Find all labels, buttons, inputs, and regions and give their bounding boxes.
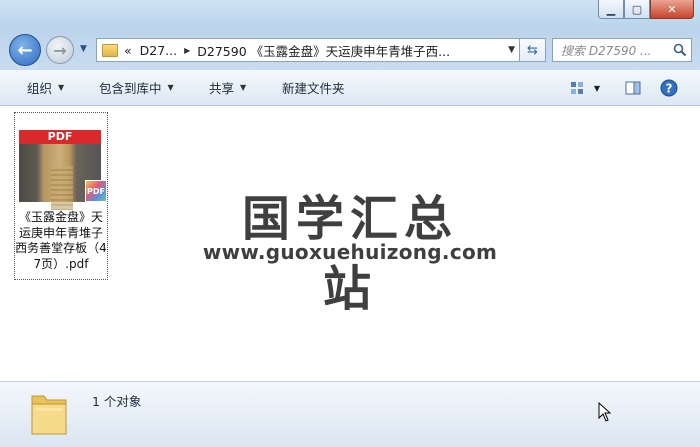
share-label: 共享 bbox=[209, 81, 235, 96]
search-placeholder: 搜索 D27590 ... bbox=[561, 43, 652, 58]
change-view-button[interactable]: ▼ bbox=[567, 78, 603, 98]
chevron-down-icon: ▼ bbox=[240, 83, 247, 92]
minimize-icon: ▁ bbox=[606, 2, 616, 16]
folder-icon bbox=[31, 395, 67, 435]
mouse-cursor-icon bbox=[598, 402, 612, 422]
chevron-down-icon: ▼ bbox=[80, 44, 87, 54]
organize-menu[interactable]: 组织 ▼ bbox=[27, 78, 64, 97]
recent-pages-dropdown[interactable]: ▼ bbox=[80, 44, 92, 56]
back-button[interactable]: ← bbox=[9, 34, 41, 66]
help-button[interactable]: ? bbox=[659, 78, 679, 98]
search-icon[interactable] bbox=[673, 43, 687, 57]
breadcrumb-overflow[interactable]: « bbox=[124, 43, 132, 58]
include-library-label: 包含到库中 bbox=[99, 81, 162, 96]
navigation-bar: ← → ▼ « D27... ▶ D27590 《玉露金盘》天运庚申年青堆子西.… bbox=[0, 30, 700, 70]
search-input[interactable]: 搜索 D27590 ... bbox=[552, 38, 692, 62]
pdf-thumbnail: PDF PDF bbox=[19, 130, 107, 210]
window-controls: ▁ ▢ ✕ bbox=[598, 0, 694, 19]
chevron-down-icon: ▼ bbox=[593, 83, 601, 93]
forward-arrow-icon: → bbox=[53, 40, 67, 60]
file-list-area[interactable]: PDF PDF 《玉露金盘》天运庚申年青堆子西务善堂存板（47页）.pdf 国学… bbox=[0, 107, 700, 381]
back-arrow-icon: ← bbox=[17, 39, 33, 61]
new-folder-button[interactable]: 新建文件夹 bbox=[282, 78, 345, 97]
file-name: 《玉露金盘》天运庚申年青堆子西务善堂存板（47页）.pdf bbox=[15, 210, 107, 271]
minimize-button[interactable]: ▁ bbox=[598, 0, 624, 19]
preview-pane-button[interactable] bbox=[623, 78, 643, 98]
svg-text:?: ? bbox=[666, 82, 673, 96]
details-pane: 1 个对象 bbox=[0, 381, 700, 447]
chevron-down-icon: ▼ bbox=[167, 83, 174, 92]
address-dropdown-icon[interactable]: ▼ bbox=[508, 45, 515, 55]
close-icon: ✕ bbox=[667, 2, 677, 16]
file-item-pdf[interactable]: PDF PDF 《玉露金盘》天运庚申年青堆子西务善堂存板（47页）.pdf bbox=[14, 112, 108, 280]
folder-icon bbox=[102, 43, 118, 57]
preview-pane-icon bbox=[625, 81, 641, 95]
address-bar[interactable]: « D27... ▶ D27590 《玉露金盘》天运庚申年青堆子西... ▼ bbox=[96, 38, 520, 62]
breadcrumb: « D27... ▶ D27590 《玉露金盘》天运庚申年青堆子西... bbox=[124, 41, 450, 60]
maximize-icon: ▢ bbox=[631, 2, 643, 16]
chevron-down-icon: ▼ bbox=[58, 83, 65, 92]
watermark-url: www.guoxuehuizong.com bbox=[202, 240, 498, 264]
organize-label: 组织 bbox=[27, 81, 53, 96]
breadcrumb-separator-icon[interactable]: ▶ bbox=[184, 46, 190, 55]
breadcrumb-item[interactable]: D27... bbox=[140, 43, 177, 58]
pdf-app-icon: PDF bbox=[85, 180, 107, 202]
refresh-icon: ⇆ bbox=[527, 42, 538, 58]
forward-button[interactable]: → bbox=[46, 36, 74, 64]
maximize-button[interactable]: ▢ bbox=[624, 0, 650, 19]
close-button[interactable]: ✕ bbox=[650, 0, 694, 19]
book-pages-graphic bbox=[51, 166, 73, 210]
command-toolbar: 组织 ▼ 包含到库中 ▼ 共享 ▼ 新建文件夹 ▼ ? bbox=[0, 70, 700, 106]
title-bar: ▁ ▢ ✕ bbox=[0, 0, 700, 30]
include-in-library-menu[interactable]: 包含到库中 ▼ bbox=[99, 78, 174, 97]
share-menu[interactable]: 共享 ▼ bbox=[209, 78, 246, 97]
pdf-thumb-label: PDF bbox=[19, 130, 101, 144]
breadcrumb-item[interactable]: D27590 《玉露金盘》天运庚申年青堆子西... bbox=[197, 41, 450, 60]
view-options-icon bbox=[570, 82, 583, 94]
new-folder-label: 新建文件夹 bbox=[282, 81, 345, 96]
help-icon: ? bbox=[660, 79, 678, 97]
item-count: 1 个对象 bbox=[92, 394, 142, 409]
refresh-button[interactable]: ⇆ bbox=[520, 38, 546, 62]
